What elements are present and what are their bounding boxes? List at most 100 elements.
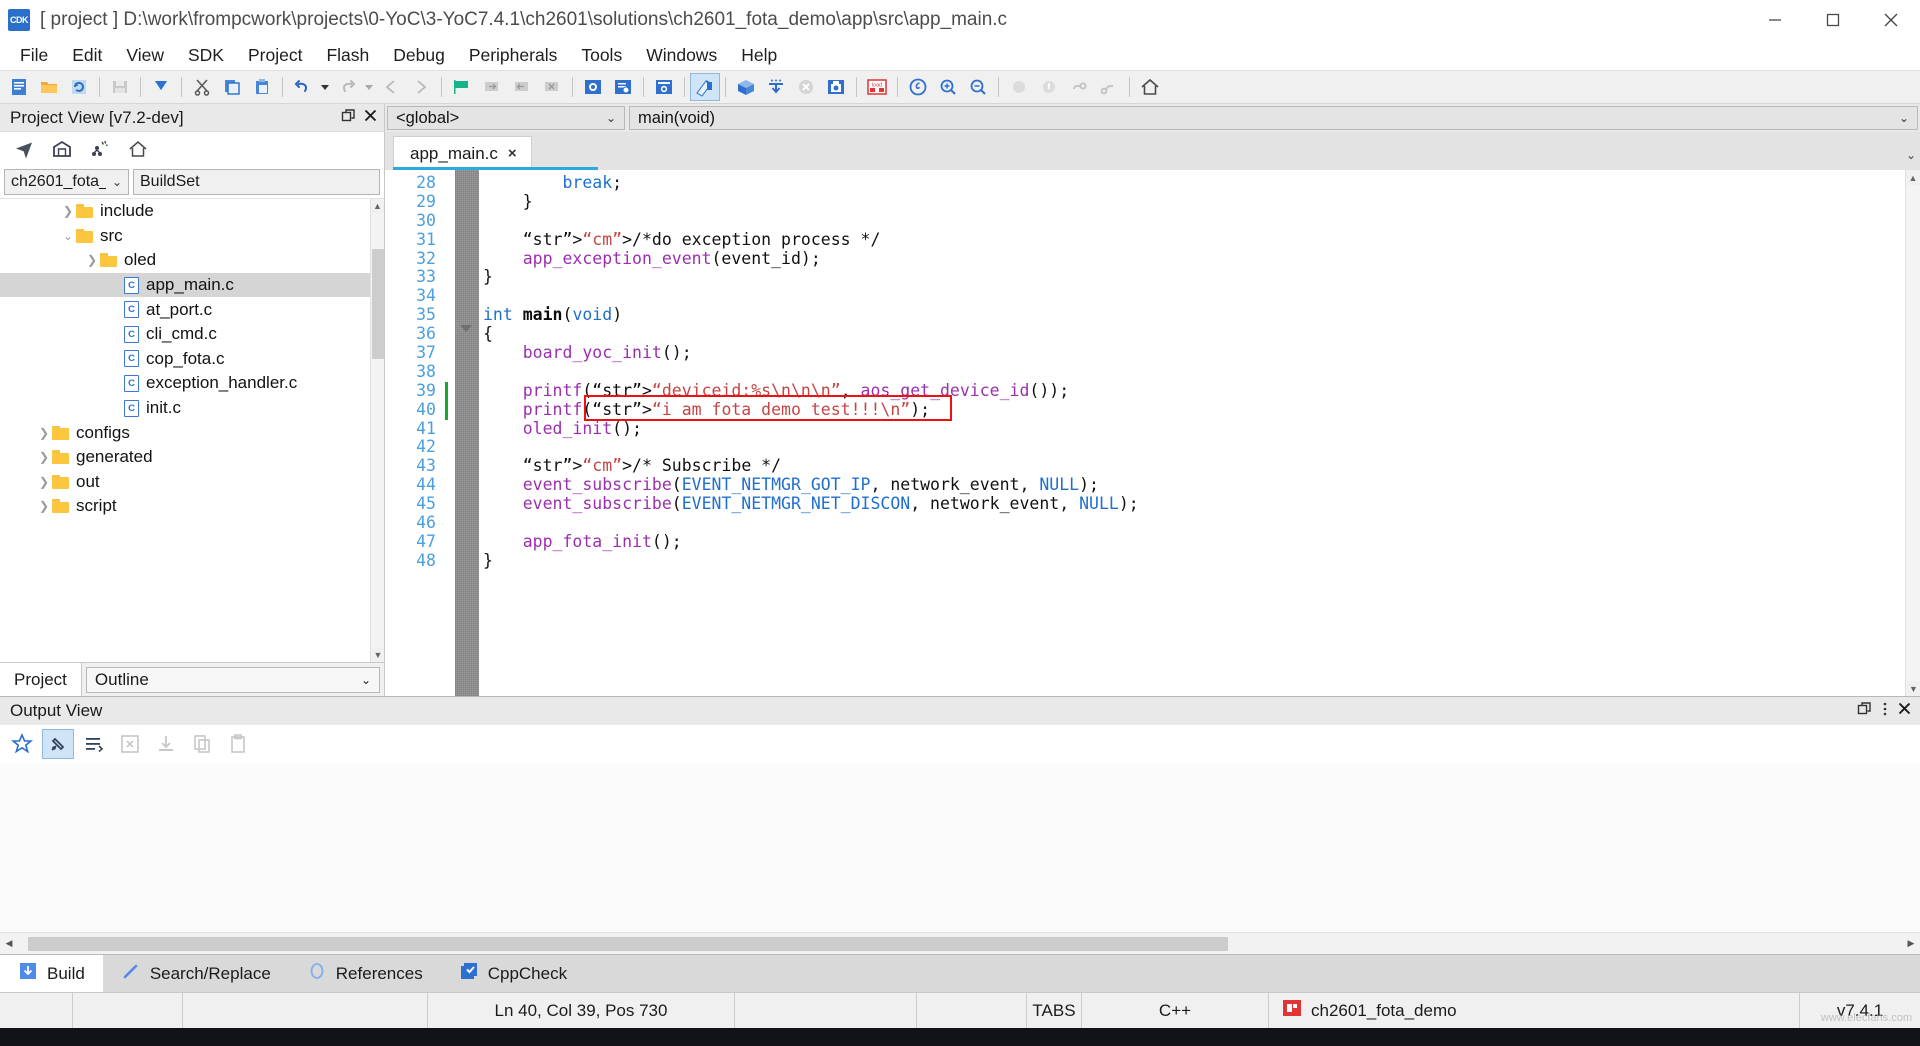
undo-icon[interactable] xyxy=(288,73,318,101)
debug-start-icon[interactable] xyxy=(903,73,933,101)
step-into-icon[interactable] xyxy=(1034,73,1064,101)
clear-marks-icon[interactable] xyxy=(537,73,567,101)
output-view-content[interactable] xyxy=(0,763,1920,932)
scope-combo[interactable]: <global> ⌄ xyxy=(387,106,625,130)
bottom-tab-search-replace[interactable]: Search/Replace xyxy=(103,955,289,993)
search-replace-icon[interactable] xyxy=(649,73,679,101)
scrollbar-thumb[interactable] xyxy=(372,249,384,359)
copy-icon[interactable] xyxy=(217,73,247,101)
clear-icon[interactable] xyxy=(114,729,146,759)
dependency-icon[interactable] xyxy=(84,135,116,163)
workspace-icon[interactable] xyxy=(46,135,78,163)
menu-help[interactable]: Help xyxy=(729,42,789,69)
find-in-files-icon[interactable] xyxy=(608,73,638,101)
undo-dropdown-icon[interactable] xyxy=(318,73,332,101)
forward-icon[interactable] xyxy=(406,73,436,101)
zoom-out-icon[interactable] xyxy=(963,73,993,101)
code-line[interactable]: oled_init(); xyxy=(483,420,1905,439)
code-line[interactable]: printf(“str”>“deviceid:%s\n\n\n”, aos_ge… xyxy=(483,382,1905,401)
tree-item-script[interactable]: ❯script xyxy=(0,494,370,519)
project-tree[interactable]: ❯include⌄src❯oledCapp_main.cCat_port.cCc… xyxy=(0,198,384,662)
code-line[interactable] xyxy=(483,363,1905,382)
tree-item-app-main-c[interactable]: Capp_main.c xyxy=(0,273,370,298)
home-icon[interactable] xyxy=(1135,73,1165,101)
maximize-button[interactable] xyxy=(1804,0,1862,40)
save-output-icon[interactable] xyxy=(150,729,182,759)
tree-item-cli-cmd-c[interactable]: Ccli_cmd.c xyxy=(0,322,370,347)
cut-icon[interactable] xyxy=(187,73,217,101)
code-line[interactable] xyxy=(483,212,1905,231)
redo-dropdown-icon[interactable] xyxy=(362,73,376,101)
bottom-tab-cppcheck[interactable]: CppCheck xyxy=(441,955,585,993)
redo-icon[interactable] xyxy=(332,73,362,101)
back-icon[interactable] xyxy=(376,73,406,101)
bottom-tab-build[interactable]: Build xyxy=(0,955,103,993)
favorite-icon[interactable] xyxy=(6,729,38,759)
new-file-icon[interactable] xyxy=(4,73,34,101)
tree-item-generated[interactable]: ❯generated xyxy=(0,445,370,470)
code-line[interactable]: break; xyxy=(483,174,1905,193)
chevron-down-icon[interactable]: ⌄ xyxy=(60,229,76,243)
zoom-in-icon[interactable] xyxy=(933,73,963,101)
stop-icon[interactable] xyxy=(791,73,821,101)
refresh-icon[interactable] xyxy=(64,73,94,101)
tree-item-include[interactable]: ❯include xyxy=(0,199,370,224)
scroll-down-icon[interactable]: ▼ xyxy=(1906,681,1920,696)
code-line[interactable]: printf(“str”>“i am fota demo test!!!\n”)… xyxy=(483,401,1905,420)
save-all-icon[interactable] xyxy=(146,73,176,101)
status-language[interactable]: C++ xyxy=(1082,993,1269,1029)
restore-panel-icon[interactable] xyxy=(1857,701,1873,722)
menu-file[interactable]: File xyxy=(8,42,60,69)
scrollbar-track[interactable] xyxy=(18,937,1902,951)
output-horizontal-scrollbar[interactable]: ◀ ▶ xyxy=(0,932,1920,954)
minimize-button[interactable] xyxy=(1746,0,1804,40)
find-icon[interactable] xyxy=(578,73,608,101)
code-line[interactable] xyxy=(483,514,1905,533)
pin-icon[interactable] xyxy=(42,729,74,759)
restore-panel-icon[interactable] xyxy=(341,108,357,129)
code-line[interactable]: event_subscribe(EVENT_NETMGR_GOT_IP, net… xyxy=(483,476,1905,495)
outline-combo[interactable]: Outline ⌄ xyxy=(86,667,380,693)
tree-item-out[interactable]: ❯out xyxy=(0,470,370,495)
code-line[interactable] xyxy=(483,438,1905,457)
function-combo[interactable]: main(void) ⌄ xyxy=(629,106,1918,130)
status-tabs-mode[interactable]: TABS xyxy=(1027,993,1082,1029)
code-line[interactable]: } xyxy=(483,268,1905,287)
paste-icon[interactable] xyxy=(247,73,277,101)
tree-item-exception-handler-c[interactable]: Cexception_handler.c xyxy=(0,371,370,396)
tab-project[interactable]: Project xyxy=(0,663,82,697)
close-icon[interactable]: × xyxy=(508,145,517,162)
indent-left-icon[interactable] xyxy=(507,73,537,101)
load-red-icon[interactable]: load xyxy=(862,73,892,101)
flag-green-icon[interactable] xyxy=(447,73,477,101)
package-icon[interactable] xyxy=(731,73,761,101)
status-project[interactable]: ch2601_fota_demo xyxy=(1269,997,1469,1024)
tree-item-cop-fota-c[interactable]: Ccop_fota.c xyxy=(0,347,370,372)
chevron-right-icon[interactable]: ❯ xyxy=(36,475,52,489)
chevron-right-icon[interactable]: ❯ xyxy=(84,253,100,267)
menu-icon[interactable] xyxy=(1882,701,1888,722)
scroll-up-icon[interactable]: ▲ xyxy=(371,199,384,213)
menu-windows[interactable]: Windows xyxy=(634,42,729,69)
chevron-right-icon[interactable]: ❯ xyxy=(60,204,76,218)
chevron-right-icon[interactable]: ❯ xyxy=(36,499,52,513)
scroll-up-icon[interactable]: ▲ xyxy=(1906,170,1920,185)
tree-item-at-port-c[interactable]: Cat_port.c xyxy=(0,297,370,322)
code-line[interactable]: “str”>“cm”>/*do exception process */ xyxy=(483,231,1905,250)
flash-icon[interactable] xyxy=(821,73,851,101)
project-combo[interactable]: ch2601_fota_d ⌄ xyxy=(4,169,129,195)
code-line[interactable]: } xyxy=(483,193,1905,212)
menu-project[interactable]: Project xyxy=(236,42,314,69)
fold-gutter[interactable] xyxy=(455,170,479,696)
wrap-icon[interactable] xyxy=(78,729,110,759)
fold-arrow-icon[interactable] xyxy=(460,325,472,332)
scroll-down-icon[interactable]: ▼ xyxy=(371,648,384,662)
code-line[interactable]: “str”>“cm”>/* Subscribe */ xyxy=(483,457,1905,476)
code-line[interactable]: event_subscribe(EVENT_NETMGR_NET_DISCON,… xyxy=(483,495,1905,514)
code-line[interactable]: app_exception_event(event_id); xyxy=(483,250,1905,269)
code-line[interactable]: int main(void) xyxy=(483,306,1905,325)
bottom-tab-references[interactable]: References xyxy=(289,955,441,993)
tree-item-init-c[interactable]: Cinit.c xyxy=(0,396,370,421)
code-line[interactable]: board_yoc_init(); xyxy=(483,344,1905,363)
menu-sdk[interactable]: SDK xyxy=(176,42,236,69)
